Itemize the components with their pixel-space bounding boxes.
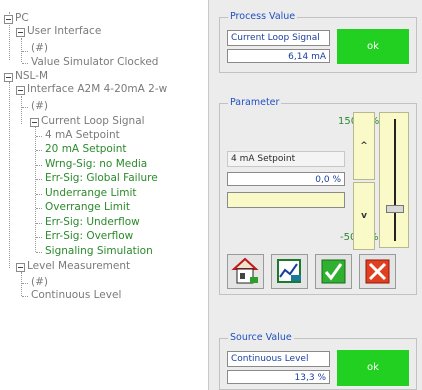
tree-node-item[interactable]: 20 mA Setpoint: [45, 143, 126, 156]
checkmark-icon: [321, 259, 346, 284]
tree-line: [36, 252, 42, 253]
tree-node-value-simulator[interactable]: Value Simulator Clocked: [31, 56, 158, 69]
increase-button[interactable]: ^: [353, 112, 375, 180]
tree-line: [9, 82, 10, 268]
parameter-input-bar[interactable]: [227, 192, 345, 208]
tree-line: [22, 296, 28, 297]
process-signal-value: 6,14 mA: [227, 49, 330, 63]
tree-line: [22, 63, 28, 64]
tree-node-item[interactable]: Overrange Limit: [45, 201, 130, 214]
tree-node-level-hash[interactable]: (#): [31, 276, 48, 289]
parameter-title: Parameter: [228, 96, 282, 110]
tree-node-nsl-m[interactable]: NSL-M: [4, 70, 48, 83]
chart-edit-icon: [277, 259, 301, 283]
parameter-value-field[interactable]: 0,0 %: [227, 172, 345, 186]
tree-line: [21, 38, 22, 62]
process-value-title: Process Value: [228, 10, 298, 24]
cancel-x-icon: [365, 259, 390, 284]
process-status-indicator: ok: [337, 29, 409, 64]
tree-line: [22, 283, 28, 284]
tree-line: [36, 208, 42, 209]
process-signal-name: Current Loop Signal: [227, 30, 330, 46]
tree-line: [36, 237, 42, 238]
slider-thumb[interactable]: [386, 204, 404, 213]
tree-line: [21, 96, 22, 124]
source-signal-value: 13,3 %: [227, 370, 330, 384]
parameter-slider[interactable]: [379, 112, 409, 248]
tree-node-item[interactable]: Underrange Limit: [45, 187, 137, 200]
tree-node-current-loop[interactable]: Current Loop Signal: [30, 115, 145, 128]
tree-line: [36, 194, 42, 195]
tree-line: [21, 272, 22, 296]
tree-node-item[interactable]: Err-Sig: Global Failure: [45, 172, 158, 185]
tree-node-pc[interactable]: PC: [4, 12, 29, 25]
collapse-icon[interactable]: [4, 15, 13, 24]
tree-line: [35, 126, 36, 252]
chart-edit-button[interactable]: [271, 254, 308, 289]
source-value-group: Source Value Continuous Level 13,3 % ok: [219, 331, 417, 390]
tree-line: [36, 165, 42, 166]
home-building-icon: [231, 257, 259, 284]
tree-node-ui-hash[interactable]: (#): [31, 42, 48, 55]
decrease-button[interactable]: v: [353, 182, 375, 250]
device-tree: PC User Interface (#) Value Simulator Cl…: [0, 0, 209, 390]
slider-track: [394, 119, 396, 241]
tree-line: [36, 223, 42, 224]
tree-line: [36, 136, 42, 137]
parameter-name: 4 mA Setpoint: [227, 151, 345, 167]
tree-node-user-interface[interactable]: User Interface: [16, 25, 101, 38]
process-value-group: Process Value Current Loop Signal 6,14 m…: [219, 10, 417, 73]
tree-node-item[interactable]: Err-Sig: Underflow: [45, 216, 140, 229]
tree-node-continuous-level[interactable]: Continuous Level: [31, 289, 121, 302]
tree-line: [36, 179, 42, 180]
home-button[interactable]: [227, 254, 264, 289]
collapse-icon[interactable]: [16, 28, 25, 37]
confirm-button[interactable]: [315, 254, 352, 289]
tree-node-interface-hash[interactable]: (#): [31, 100, 48, 113]
source-status-indicator: ok: [337, 350, 409, 386]
tree-node-level-measurement[interactable]: Level Measurement: [16, 260, 130, 273]
source-value-title: Source Value: [228, 331, 294, 345]
collapse-icon[interactable]: [4, 73, 13, 82]
tree-line: [22, 51, 28, 52]
cancel-button[interactable]: [359, 254, 396, 289]
parameter-group: Parameter 150,0 % 4 mA Setpoint 0,0 % -5…: [219, 96, 417, 295]
tree-node-item[interactable]: Wrng-Sig: no Media: [45, 158, 147, 171]
collapse-icon[interactable]: [16, 86, 25, 95]
tree-node-item[interactable]: Err-Sig: Overflow: [45, 230, 133, 243]
tree-node-item[interactable]: 4 mA Setpoint: [45, 129, 120, 142]
source-signal-name: Continuous Level: [227, 351, 330, 367]
collapse-icon[interactable]: [16, 263, 25, 272]
tree-node-interface[interactable]: Interface A2M 4-20mA 2-w: [16, 83, 167, 96]
tree-line: [36, 150, 42, 151]
tree-line: [22, 107, 28, 108]
collapse-icon[interactable]: [30, 118, 39, 127]
tree-node-item[interactable]: Signaling Simulation: [45, 245, 153, 258]
